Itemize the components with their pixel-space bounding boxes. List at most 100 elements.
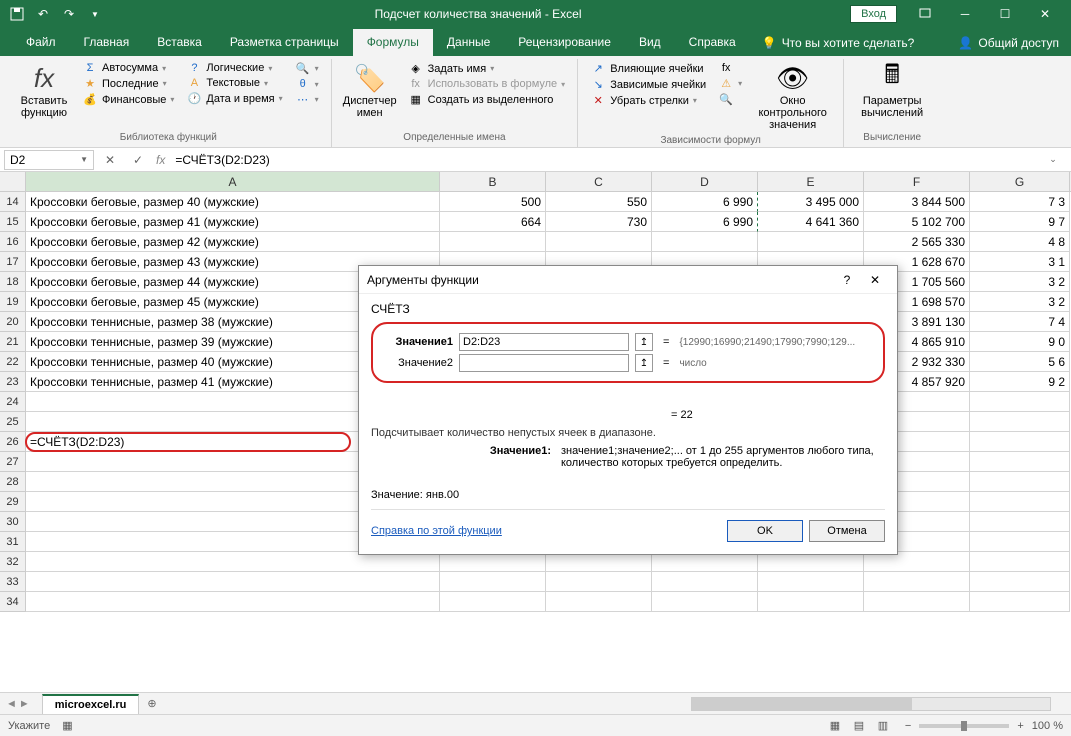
cell[interactable]: 2 565 330 [864,232,970,252]
col-header-g[interactable]: G [970,172,1070,191]
cell[interactable]: 3 2 [970,292,1070,312]
datetime-button[interactable]: 🕐Дата и время▾ [182,91,286,106]
cell[interactable] [864,552,970,572]
cell[interactable]: Кроссовки беговые, размер 41 (мужские) [26,212,440,232]
view-normal-icon[interactable]: ▦ [824,717,846,735]
help-link[interactable]: Справка по этой функции [371,525,502,537]
row-header[interactable]: 34 [0,592,25,612]
create-from-sel-button[interactable]: ▦Создать из выделенного [404,92,570,107]
arg2-input[interactable] [459,354,629,372]
qat-dropdown-icon[interactable]: ▼ [84,3,106,25]
cell[interactable]: 9 0 [970,332,1070,352]
cell[interactable]: 3 2 [970,272,1070,292]
financial-button[interactable]: 💰Финансовые▾ [78,92,178,107]
minimize-icon[interactable]: ─ [945,0,985,28]
cell[interactable] [652,232,758,252]
cell[interactable]: 5 102 700 [864,212,970,232]
tab-file[interactable]: Файл [12,29,70,56]
zoom-in-icon[interactable]: + [1017,720,1023,732]
row-header[interactable]: 23 [0,372,25,392]
cell[interactable] [758,592,864,612]
cell[interactable] [970,572,1070,592]
row-header[interactable]: 29 [0,492,25,512]
arg2-collapse-icon[interactable]: ↥ [635,354,653,372]
expand-formula-icon[interactable]: ⌄ [1041,150,1065,170]
cell[interactable] [970,592,1070,612]
cell[interactable] [440,572,546,592]
cell[interactable] [652,592,758,612]
remove-arrows-button[interactable]: ✕Убрать стрелки▾ [586,93,710,108]
cell[interactable]: 730 [546,212,652,232]
cancel-button[interactable]: Отмена [809,520,885,542]
lookup-button[interactable]: 🔍▾ [291,61,323,76]
cell[interactable]: 550 [546,192,652,212]
logical-button[interactable]: ?Логические▾ [182,61,286,75]
cell[interactable]: 664 [440,212,546,232]
cell[interactable] [758,552,864,572]
cell[interactable] [970,532,1070,552]
calc-options-button[interactable]: 🖩Параметры вычислений [852,61,932,130]
arg1-collapse-icon[interactable]: ↥ [635,333,653,351]
tab-insert[interactable]: Вставка [143,29,216,56]
redo-icon[interactable]: ↷ [58,3,80,25]
cell[interactable] [546,232,652,252]
row-header[interactable]: 31 [0,532,25,552]
cell[interactable] [440,232,546,252]
tab-data[interactable]: Данные [433,29,504,56]
cell[interactable] [652,552,758,572]
row-header[interactable]: 33 [0,572,25,592]
tab-view[interactable]: Вид [625,29,675,56]
zoom-thumb[interactable] [961,721,967,731]
horizontal-scrollbar[interactable] [691,697,1051,711]
col-header-f[interactable]: F [864,172,970,191]
view-pagelayout-icon[interactable]: ▤ [848,717,870,735]
row-header[interactable]: 22 [0,352,25,372]
row-header[interactable]: 14 [0,192,25,212]
select-all-corner[interactable] [0,172,26,191]
cell[interactable] [26,592,440,612]
col-header-e[interactable]: E [758,172,864,191]
row-header[interactable]: 27 [0,452,25,472]
col-header-a[interactable]: A [26,172,440,191]
cell[interactable] [970,512,1070,532]
cell[interactable]: Кроссовки беговые, размер 40 (мужские) [26,192,440,212]
more-fn-button[interactable]: ⋯▾ [291,92,323,107]
watch-window-button[interactable]: 👁Окно контрольного значения [750,61,835,133]
cell[interactable] [26,552,440,572]
sheet-tab-active[interactable]: microexcel.ru [42,694,140,714]
cell[interactable]: 9 2 [970,372,1070,392]
arg1-input[interactable] [459,333,629,351]
dialog-close-icon[interactable]: ✕ [861,268,889,292]
row-header[interactable]: 17 [0,252,25,272]
row-header[interactable]: 25 [0,412,25,432]
cell[interactable]: 4 641 360 [758,212,864,232]
row-header[interactable]: 28 [0,472,25,492]
autosum-button[interactable]: ΣАвтосумма▾ [78,61,178,75]
row-header[interactable]: 18 [0,272,25,292]
recent-button[interactable]: ★Последние▾ [78,76,178,91]
share-button[interactable]: 👤Общий доступ [946,30,1071,56]
macro-icon[interactable]: ▦ [62,719,72,732]
cell[interactable]: 5 6 [970,352,1070,372]
sheet-prev-icon[interactable]: ◄ [6,698,17,710]
row-header[interactable]: 20 [0,312,25,332]
cell[interactable] [758,572,864,592]
accept-formula-icon[interactable]: ✓ [126,150,150,170]
cell[interactable]: 6 990 [652,212,758,232]
cell[interactable]: 3 495 000 [758,192,864,212]
cell[interactable] [970,452,1070,472]
tab-help[interactable]: Справка [675,29,750,56]
name-manager-button[interactable]: 🏷️Диспетчер имен [340,61,400,130]
scrollbar-thumb[interactable] [692,698,912,710]
row-header[interactable]: 16 [0,232,25,252]
maximize-icon[interactable]: ☐ [985,0,1025,28]
cell[interactable] [652,572,758,592]
cell[interactable] [546,552,652,572]
tab-layout[interactable]: Разметка страницы [216,29,353,56]
tab-home[interactable]: Главная [70,29,144,56]
dependents-button[interactable]: ↘Зависимые ячейки [586,77,710,92]
ok-button[interactable]: OK [727,520,803,542]
tab-review[interactable]: Рецензирование [504,29,625,56]
define-name-button[interactable]: ◈Задать имя▾ [404,61,570,76]
formula-input[interactable] [171,153,1037,167]
